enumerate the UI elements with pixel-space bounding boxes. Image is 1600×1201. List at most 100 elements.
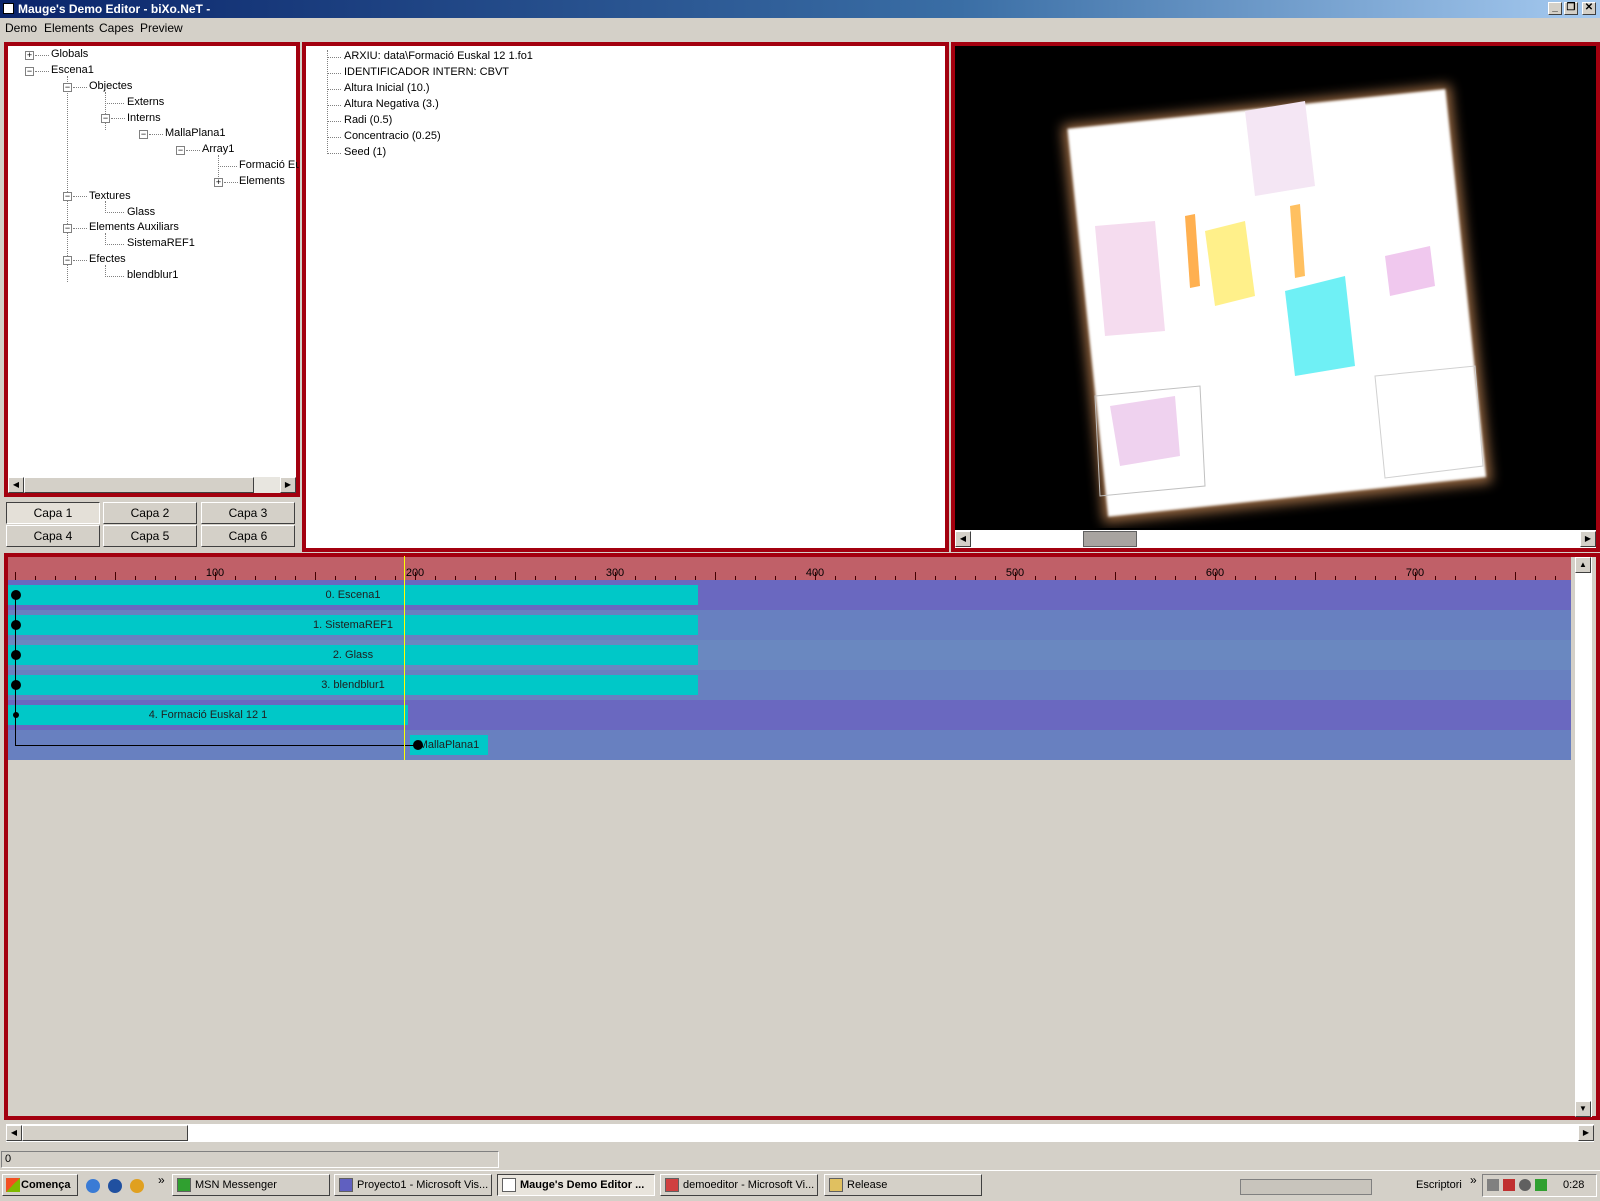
tree-item-escena1[interactable]: Escena1 [51, 64, 94, 76]
media-quicklaunch-icon[interactable] [130, 1179, 144, 1193]
timeline-clip[interactable]: 2. Glass [8, 645, 698, 665]
timeline-cursor[interactable] [404, 556, 405, 760]
taskbar-button[interactable]: MSN Messenger [172, 1174, 330, 1196]
volume-icon[interactable] [1519, 1179, 1531, 1191]
layer-button-2[interactable]: Capa 2 [103, 502, 197, 524]
scroll-right-icon[interactable]: ▶ [1580, 531, 1596, 547]
clip-handle-icon[interactable] [11, 620, 21, 630]
layer-button-1[interactable]: Capa 1 [6, 502, 100, 524]
clip-handle-icon[interactable] [11, 680, 21, 690]
tree-item-elements[interactable]: Elements [239, 175, 285, 187]
collapse-icon[interactable]: − [63, 224, 72, 233]
taskbar-button[interactable]: Release [824, 1174, 982, 1196]
scroll-thumb[interactable] [24, 477, 254, 493]
clip-handle-icon[interactable] [13, 712, 19, 718]
timeline-clip[interactable]: 1. SistemaREF1 [8, 615, 698, 635]
tree-item-interns[interactable]: Interns [127, 112, 161, 124]
menu-demo[interactable]: Demo [5, 21, 37, 35]
collapse-icon[interactable]: − [63, 192, 72, 201]
tree-item-globals[interactable]: Globals [51, 48, 88, 60]
expand-icon[interactable]: + [25, 51, 34, 60]
timeline-track[interactable]: 0. Escena1 [8, 580, 1571, 610]
collapse-icon[interactable]: − [176, 146, 185, 155]
timeline-track[interactable]: 3. blendblur1 [8, 670, 1571, 700]
scene-tree[interactable]: + Globals − Escena1 − Objectes Externs −… [4, 42, 300, 497]
app-icon[interactable] [3, 3, 14, 14]
timeline-vertical-scrollbar[interactable]: ▲ ▼ [1575, 557, 1592, 1117]
tree-item-formacio[interactable]: Formació Eu [239, 159, 299, 171]
network-icon[interactable] [1487, 1179, 1499, 1191]
layer-button-3[interactable]: Capa 3 [201, 502, 295, 524]
messenger-tray-icon[interactable] [1535, 1179, 1547, 1191]
timeline-clip[interactable]: 3. blendblur1 [8, 675, 698, 695]
scroll-down-icon[interactable]: ▼ [1575, 1101, 1591, 1117]
layer-button-4[interactable]: Capa 4 [6, 525, 100, 547]
scroll-left-icon[interactable]: ◀ [6, 1125, 22, 1141]
ie-quicklaunch-icon[interactable] [86, 1179, 100, 1193]
network-error-icon[interactable] [1503, 1179, 1515, 1191]
clip-handle-icon[interactable] [11, 650, 21, 660]
tree-horizontal-scrollbar[interactable]: ◀ ▶ [8, 477, 296, 493]
property-item[interactable]: IDENTIFICADOR INTERN: CBVT [344, 66, 509, 78]
timeline-track[interactable]: 4. Formació Euskal 12 1 [8, 700, 1571, 730]
taskbar-button[interactable]: Mauge's Demo Editor ... [497, 1174, 655, 1196]
property-item[interactable]: ARXIU: data\Formació Euskal 12 1.fo1 [344, 50, 533, 62]
property-item[interactable]: Seed (1) [344, 146, 386, 158]
collapse-icon[interactable]: − [63, 83, 72, 92]
menu-capes[interactable]: Capes [99, 21, 134, 35]
quicklaunch-chevron-icon[interactable]: » [158, 1173, 165, 1187]
collapse-icon[interactable]: − [139, 130, 148, 139]
clip-handle-icon[interactable] [11, 590, 21, 600]
properties-tree[interactable]: ARXIU: data\Formació Euskal 12 1.fo1 IDEN… [302, 42, 949, 552]
restore-button[interactable]: ❐ [1564, 2, 1578, 15]
tree-item-blendblur1[interactable]: blendblur1 [127, 269, 178, 281]
collapse-icon[interactable]: − [63, 256, 72, 265]
scroll-right-icon[interactable]: ▶ [280, 477, 296, 493]
layer-button-6[interactable]: Capa 6 [201, 525, 295, 547]
close-button[interactable]: ✕ [1582, 2, 1596, 15]
timeline-clip[interactable]: 0. Escena1 [8, 585, 698, 605]
tree-item-array1[interactable]: Array1 [202, 143, 234, 155]
expand-icon[interactable]: + [214, 178, 223, 187]
timeline-track[interactable]: 1. SistemaREF1 [8, 610, 1571, 640]
property-item[interactable]: Altura Negativa (3.) [344, 98, 439, 110]
tree-item-sistemaref1[interactable]: SistemaREF1 [127, 237, 195, 249]
preview-scrollbar[interactable]: ◀ ▶ [955, 530, 1596, 548]
timeline-clip[interactable]: 4. Formació Euskal 12 1 [8, 705, 408, 725]
menu-elements[interactable]: Elements [44, 21, 94, 35]
media-controls-toolbar[interactable] [1240, 1179, 1372, 1195]
clock[interactable]: 0:28 [1563, 1179, 1584, 1191]
scroll-left-icon[interactable]: ◀ [955, 531, 971, 547]
collapse-icon[interactable]: − [25, 67, 34, 76]
timeline-ruler[interactable]: 100 200 300 400 500 600 700 [8, 557, 1576, 580]
start-button[interactable]: Comença [2, 1174, 78, 1196]
toolbar-chevron-icon[interactable]: » [1470, 1173, 1477, 1187]
property-item[interactable]: Radi (0.5) [344, 114, 392, 126]
preview-viewport[interactable]: ◀ ▶ [951, 42, 1600, 552]
tree-item-objectes[interactable]: Objectes [89, 80, 132, 92]
tree-item-elements-auxiliars[interactable]: Elements Auxiliars [89, 221, 179, 233]
taskbar-button[interactable]: Proyecto1 - Microsoft Vis... [334, 1174, 492, 1196]
taskbar-button[interactable]: demoeditor - Microsoft Vi... [660, 1174, 818, 1196]
scroll-left-icon[interactable]: ◀ [8, 477, 24, 493]
tree-item-externs[interactable]: Externs [127, 96, 164, 108]
collapse-icon[interactable]: − [101, 114, 110, 123]
minimize-button[interactable]: _ [1548, 2, 1562, 15]
menu-preview[interactable]: Preview [140, 21, 183, 35]
scroll-thumb[interactable] [22, 1125, 188, 1141]
property-item[interactable]: Concentracio (0.25) [344, 130, 441, 142]
timeline-track[interactable]: 2. Glass [8, 640, 1571, 670]
timeline-scroll-thumb[interactable] [1083, 531, 1137, 547]
scroll-up-icon[interactable]: ▲ [1575, 557, 1591, 573]
browser-quicklaunch-icon[interactable] [108, 1179, 122, 1193]
tree-item-glass[interactable]: Glass [127, 206, 155, 218]
property-item[interactable]: Altura Inicial (10.) [344, 82, 430, 94]
layer-button-5[interactable]: Capa 5 [103, 525, 197, 547]
tree-item-mallaplana1[interactable]: MallaPlana1 [165, 127, 226, 139]
tree-item-textures[interactable]: Textures [89, 190, 131, 202]
desktop-toolbar-label[interactable]: Escriptori [1416, 1179, 1462, 1191]
app-icon [502, 1178, 516, 1192]
timeline-horizontal-scrollbar[interactable]: ◀ ▶ [6, 1124, 1594, 1142]
tree-item-efectes[interactable]: Efectes [89, 253, 126, 265]
scroll-right-icon[interactable]: ▶ [1578, 1125, 1594, 1141]
